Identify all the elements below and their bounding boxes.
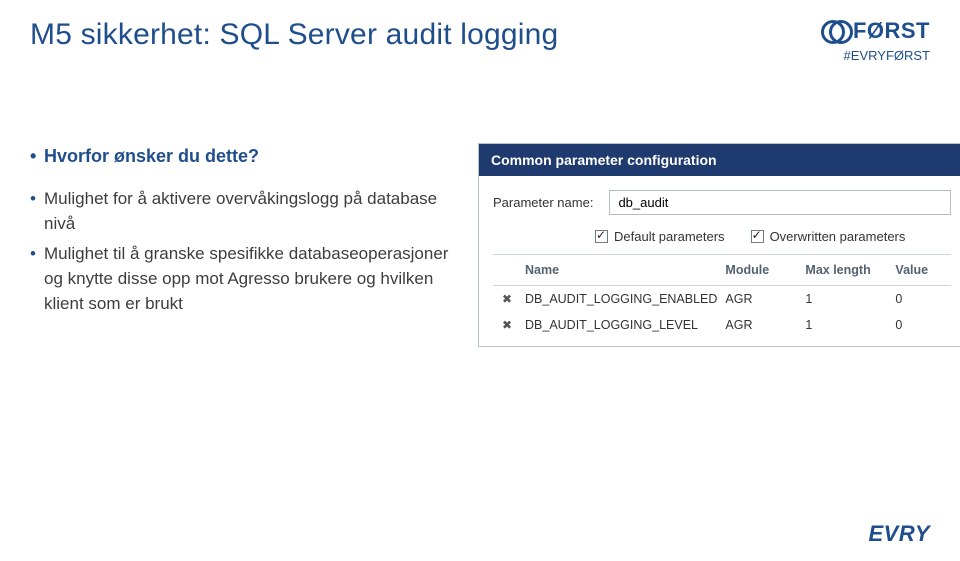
panel-title: Common parameter configuration	[479, 144, 960, 176]
row-tools-icon: ✖	[493, 316, 521, 334]
table-header: Name Module Max length Value	[493, 255, 951, 286]
param-name-label: Parameter name:	[493, 195, 593, 210]
brand-block: FØRST #EVRYFØRST	[821, 18, 930, 63]
row-maxlen: 1	[801, 316, 891, 334]
footer-logo: EVRY	[868, 521, 930, 547]
checkbox-icon	[751, 230, 764, 243]
brand-logo-text: FØRST	[853, 18, 930, 44]
brand-hashtag: #EVRYFØRST	[821, 48, 930, 63]
col-maxlen: Max length	[801, 261, 891, 279]
row-module: AGR	[721, 290, 801, 308]
overwritten-params-checkbox[interactable]: Overwritten parameters	[751, 229, 906, 244]
col-name: Name	[521, 261, 721, 279]
row-name: DB_AUDIT_LOGGING_LEVEL	[521, 316, 721, 334]
bullet-item: Mulighet for å aktivere overvåkingslogg …	[30, 187, 450, 236]
wrench-icon: ✖	[502, 318, 512, 332]
bullet-question: Hvorfor ønsker du dette?	[30, 143, 450, 169]
row-module: AGR	[721, 316, 801, 334]
default-params-label: Default parameters	[614, 229, 725, 244]
bullet-item: Mulighet til å granske spesifikke databa…	[30, 242, 450, 316]
row-name: DB_AUDIT_LOGGING_ENABLED	[521, 290, 721, 308]
page-title: M5 sikkerhet: SQL Server audit logging	[30, 18, 558, 52]
config-panel: Common parameter configuration Parameter…	[478, 143, 960, 347]
table-row[interactable]: ✖ DB_AUDIT_LOGGING_ENABLED AGR 1 0	[493, 286, 951, 312]
param-name-input[interactable]	[609, 190, 951, 215]
table-row[interactable]: ✖ DB_AUDIT_LOGGING_LEVEL AGR 1 0	[493, 312, 951, 338]
row-maxlen: 1	[801, 290, 891, 308]
brand-logo-icon	[821, 18, 847, 44]
row-value: 0	[891, 290, 951, 308]
row-tools-icon: ✖	[493, 290, 521, 308]
wrench-icon: ✖	[502, 292, 512, 306]
bullet-list: Hvorfor ønsker du dette? Mulighet for å …	[30, 143, 450, 322]
col-value: Value	[891, 261, 951, 279]
overwritten-params-label: Overwritten parameters	[770, 229, 906, 244]
checkbox-icon	[595, 230, 608, 243]
col-module: Module	[721, 261, 801, 279]
brand-logo: FØRST	[821, 18, 930, 44]
row-value: 0	[891, 316, 951, 334]
params-table: Name Module Max length Value ✖ DB_AUDIT_…	[493, 254, 951, 338]
default-params-checkbox[interactable]: Default parameters	[595, 229, 725, 244]
